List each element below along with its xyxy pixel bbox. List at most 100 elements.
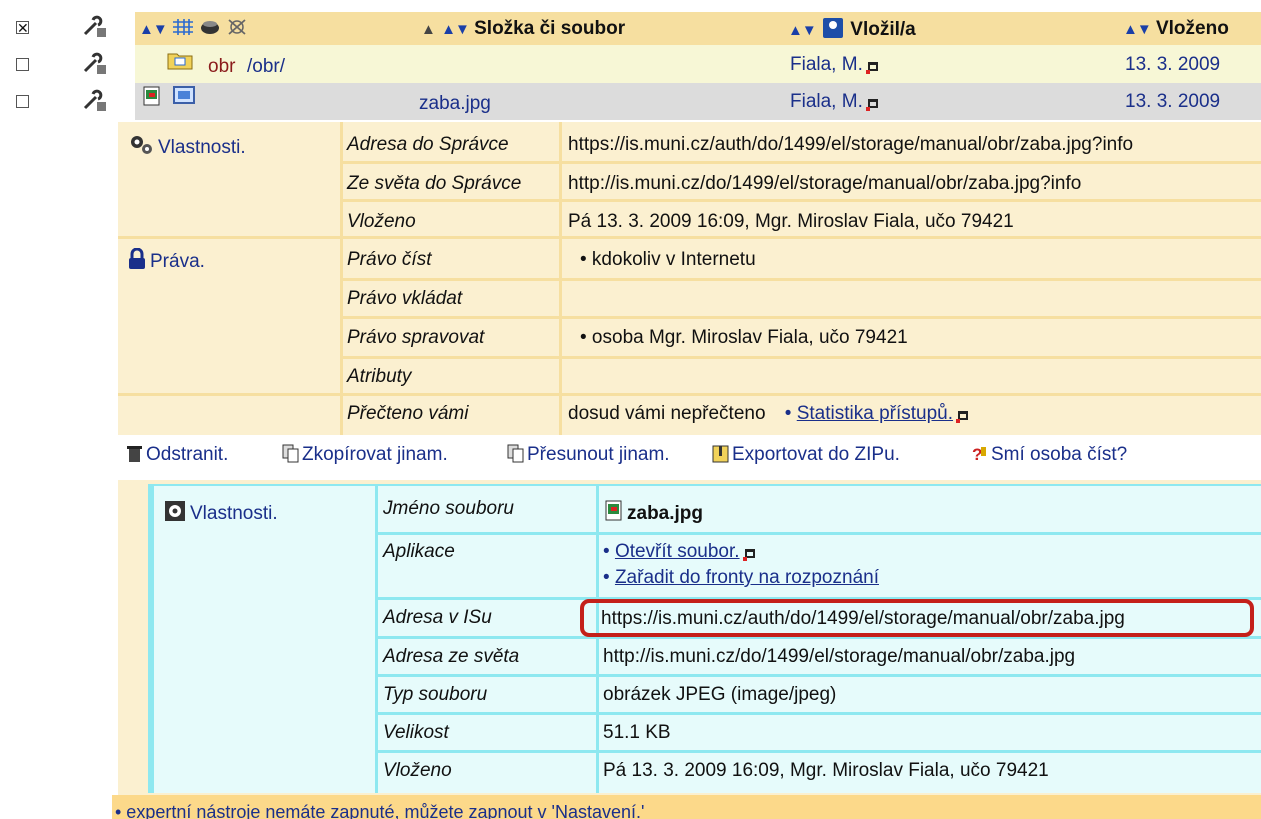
rights-label-text: Práva. <box>150 251 205 272</box>
access-stats-link[interactable]: Statistika přístupů. <box>797 403 953 424</box>
detail-key-inserted: Vloženo <box>383 760 452 781</box>
lock-icon <box>129 248 145 269</box>
author-column-label[interactable]: Vložil/a <box>850 19 915 40</box>
can-read-label[interactable]: Smí osoba číst? <box>991 444 1127 465</box>
sort-up-icon[interactable]: ▲ <box>421 21 436 38</box>
file-author-name[interactable]: Fiala, M. <box>790 91 863 112</box>
detail-key-is-url: Adresa v ISu <box>383 607 492 628</box>
export-action[interactable]: Exportovat do ZIPu. <box>712 444 900 466</box>
detail-filename-text: zaba.jpg <box>627 503 704 524</box>
filter-off-icon[interactable] <box>227 18 247 36</box>
date-column-label[interactable]: Vloženo <box>1156 18 1229 39</box>
prop-value-inserted: Pá 13. 3. 2009 16:09, Mgr. Miroslav Fial… <box>568 211 1014 232</box>
detail-value-world-url: http://is.muni.cz/do/1499/el/storage/man… <box>603 646 1076 667</box>
move-icon <box>507 444 524 463</box>
prop-key-world-admin-url: Ze světa do Správce <box>347 173 522 194</box>
tools-icon[interactable] <box>82 51 108 75</box>
expert-tools-note[interactable]: • expertní nástroje nemáte zapnuté, může… <box>115 802 644 819</box>
table-row-folder: obr /obr/ Fiala, M. 13. 3. 2009 <box>135 45 1261 83</box>
svg-text:?: ? <box>972 445 982 463</box>
jpeg-file-icon <box>605 500 622 521</box>
jpeg-file-icon[interactable] <box>143 86 161 106</box>
tools-icon[interactable] <box>82 14 108 38</box>
detail-label-text: Vlastnosti. <box>190 503 278 524</box>
file-detail-panel <box>148 484 1261 793</box>
delete-action[interactable]: Odstranit. <box>126 444 228 466</box>
detail-key-application: Aplikace <box>383 541 455 562</box>
user-icon <box>822 18 843 38</box>
sort-arrows-icon[interactable]: ▲▼ <box>441 21 470 38</box>
external-link-icon[interactable] <box>865 62 878 74</box>
properties-section-label: Vlastnosti. <box>128 134 246 159</box>
detail-key-filename: Jméno souboru <box>383 498 514 519</box>
header-name: ▲ ▲▼ Složka či soubor <box>421 18 625 40</box>
prop-key-inserted: Vloženo <box>347 211 416 232</box>
prop-value-manage-right: • osoba Mgr. Miroslav Fiala, učo 79421 <box>580 327 908 348</box>
sort-arrows-icon[interactable]: ▲▼ <box>788 22 817 39</box>
grid-icon[interactable] <box>172 18 194 36</box>
read-status-text: dosud vámi nepřečteno <box>568 403 766 424</box>
header-author: ▲▼ Vložil/a <box>788 18 916 41</box>
copy-label[interactable]: Zkopírovat jinam. <box>302 444 448 465</box>
prop-key-admin-url: Adresa do Správce <box>347 134 509 155</box>
zip-icon <box>712 445 729 463</box>
prop-key-manage-right: Právo spravovat <box>347 327 485 348</box>
settings-box-icon <box>165 501 185 521</box>
folder-icon[interactable] <box>167 50 193 70</box>
table-row-file: zaba.jpg Fiala, M. 13. 3. 2009 <box>135 83 1261 120</box>
detail-value-file-type: obrázek JPEG (image/jpeg) <box>603 684 837 705</box>
folder-name-link[interactable]: obr <box>208 56 235 78</box>
row-checkbox-obr[interactable] <box>16 58 29 71</box>
bullet: • <box>603 567 610 588</box>
select-all-checkbox[interactable] <box>16 18 29 38</box>
prop-key-insert-right: Právo vkládat <box>347 288 463 309</box>
folder-date: 13. 3. 2009 <box>1125 54 1221 75</box>
gears-icon <box>131 136 152 154</box>
detail-value-filename: zaba.jpg <box>605 500 703 525</box>
prop-key-read-right: Právo číst <box>347 249 432 270</box>
tools-icon[interactable] <box>82 88 108 112</box>
rights-section-label: Práva. <box>128 248 205 273</box>
file-name[interactable]: zaba.jpg <box>419 93 491 115</box>
open-file-link[interactable]: Otevřít soubor. <box>615 541 740 562</box>
header-tools: ▲▼ <box>139 18 247 40</box>
copy-action[interactable]: Zkopírovat jinam. <box>282 444 448 466</box>
delete-label[interactable]: Odstranit. <box>146 444 228 465</box>
can-read-action[interactable]: ? Smí osoba číst? <box>971 444 1127 466</box>
external-link-icon[interactable] <box>742 549 755 561</box>
bullet: • <box>603 541 610 562</box>
prop-key-read-by-you: Přečteno vámi <box>347 403 469 424</box>
copy-icon <box>282 444 299 463</box>
folder-path: /obr/ <box>247 56 286 77</box>
prop-value-world-admin-url: http://is.muni.cz/do/1499/el/storage/man… <box>568 173 1082 194</box>
detail-key-file-type: Typ souboru <box>383 684 488 705</box>
detail-app-queue: • Zařadit do fronty na rozpoznání <box>603 567 879 589</box>
detail-value-inserted: Pá 13. 3. 2009 16:09, Mgr. Miroslav Fial… <box>603 760 1049 781</box>
header-date: ▲▼ Vloženo <box>1123 18 1229 40</box>
prop-value-read-by-you: dosud vámi nepřečteno • Statistika příst… <box>568 403 969 425</box>
external-link-icon[interactable] <box>956 411 969 423</box>
external-link-icon[interactable] <box>865 99 878 111</box>
row-checkbox-zaba[interactable] <box>16 95 29 108</box>
detail-key-size: Velikost <box>383 722 449 743</box>
file-author: Fiala, M. <box>790 91 878 113</box>
pot-icon[interactable] <box>199 18 221 36</box>
image-preview-icon[interactable] <box>173 86 195 104</box>
folder-author-name[interactable]: Fiala, M. <box>790 54 863 75</box>
export-label[interactable]: Exportovat do ZIPu. <box>732 444 900 465</box>
move-label[interactable]: Přesunout jinam. <box>527 444 670 465</box>
detail-app-open: • Otevřít soubor. <box>603 541 755 563</box>
move-action[interactable]: Přesunout jinam. <box>507 444 670 466</box>
sort-arrows-icon[interactable]: ▲▼ <box>139 21 168 38</box>
action-bar: Odstranit. Zkopírovat jinam. Přesunout j… <box>118 436 1261 480</box>
file-manager-page: ▲▼ ▲ ▲▼ Složka či soubor ▲▼ Vložil/a ▲▼ … <box>0 0 1261 819</box>
recognition-queue-link[interactable]: Zařadit do fronty na rozpoznání <box>615 567 879 588</box>
trash-icon <box>127 446 142 462</box>
properties-panel: Vlastnosti. Práva. Adresa do Správce htt… <box>118 122 1261 435</box>
detail-value-size: 51.1 KB <box>603 722 671 743</box>
prop-key-attributes: Atributy <box>347 366 412 387</box>
bullet: • <box>784 403 792 424</box>
name-column-label[interactable]: Složka či soubor <box>474 18 625 39</box>
properties-label-text: Vlastnosti. <box>158 137 246 158</box>
sort-arrows-icon[interactable]: ▲▼ <box>1123 21 1152 38</box>
